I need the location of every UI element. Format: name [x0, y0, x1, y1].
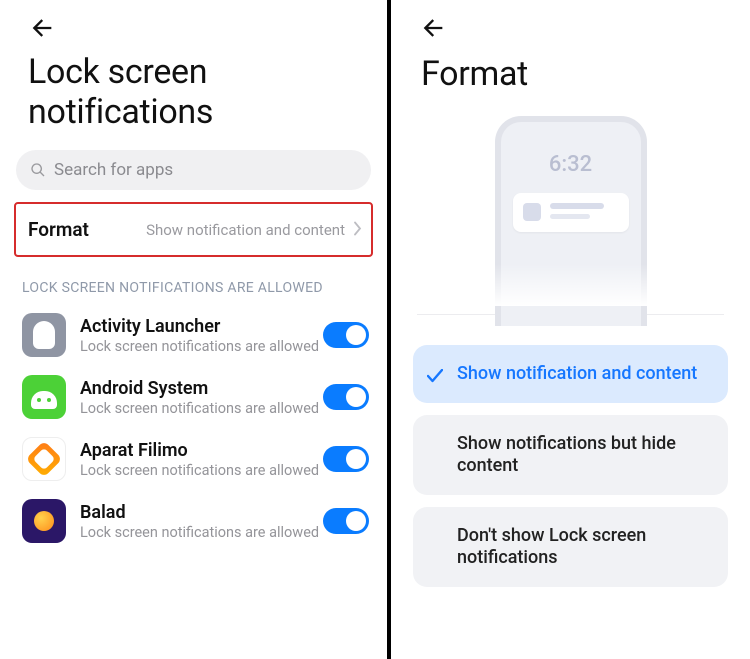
app-name: Activity Launcher	[80, 316, 323, 337]
app-name: Android System	[80, 378, 323, 399]
notifications-toggle[interactable]	[323, 322, 369, 348]
notifications-toggle[interactable]	[323, 446, 369, 472]
notifications-toggle[interactable]	[323, 508, 369, 534]
app-icon	[22, 313, 66, 357]
format-detail-pane: Format 6:32 Show notification and conten…	[391, 0, 750, 659]
format-option-label: Don't show Lock screen notifications	[457, 525, 646, 568]
format-option[interactable]: Show notification and content	[413, 345, 728, 403]
page-title: Format	[421, 54, 750, 94]
app-sub: Lock screen notifications are allowed	[80, 400, 323, 417]
app-icon	[22, 499, 66, 543]
chevron-right-icon	[353, 220, 363, 239]
format-option[interactable]: Show notifications but hide content	[413, 415, 728, 495]
arrow-left-icon	[419, 14, 447, 42]
app-row[interactable]: Aparat FilimoLock screen notifications a…	[0, 427, 387, 489]
section-header: LOCK SCREEN NOTIFICATIONS ARE ALLOWED	[22, 279, 387, 297]
app-text: BaladLock screen notifications are allow…	[80, 502, 323, 541]
arrow-left-icon	[28, 14, 56, 42]
app-icon	[22, 437, 66, 481]
app-name: Aparat Filimo	[80, 440, 323, 461]
app-text: Android SystemLock screen notifications …	[80, 378, 323, 417]
preview-fade	[471, 264, 671, 306]
back-button[interactable]	[28, 14, 387, 42]
back-button[interactable]	[419, 14, 750, 42]
app-sub: Lock screen notifications are allowed	[80, 338, 323, 355]
format-options: Show notification and content Show notifi…	[413, 345, 728, 587]
app-icon	[22, 375, 66, 419]
search-icon	[30, 162, 46, 178]
lockscreen-preview: 6:32	[471, 116, 671, 306]
app-row[interactable]: Android SystemLock screen notifications …	[0, 365, 387, 427]
app-text: Activity LauncherLock screen notificatio…	[80, 316, 323, 355]
page-title: Lock screen notifications	[28, 52, 387, 132]
app-name: Balad	[80, 502, 323, 523]
app-sub: Lock screen notifications are allowed	[80, 524, 323, 541]
search-placeholder: Search for apps	[54, 160, 173, 180]
app-row[interactable]: BaladLock screen notifications are allow…	[0, 489, 387, 551]
settings-lockscreen-notifications-pane: Lock screen notifications Search for app…	[0, 0, 387, 659]
format-option-label: Show notification and content	[457, 363, 697, 384]
preview-notification-icon	[513, 193, 629, 232]
app-text: Aparat FilimoLock screen notifications a…	[80, 440, 323, 479]
format-option-label: Show notifications but hide content	[457, 433, 676, 476]
app-sub: Lock screen notifications are allowed	[80, 462, 323, 479]
format-label: Format	[28, 218, 89, 241]
format-row[interactable]: Format Show notification and content	[14, 202, 373, 257]
check-icon	[427, 367, 443, 389]
notifications-toggle[interactable]	[323, 384, 369, 410]
app-list: Activity LauncherLock screen notificatio…	[0, 303, 387, 551]
app-row[interactable]: Activity LauncherLock screen notificatio…	[0, 303, 387, 365]
preview-time: 6:32	[501, 152, 641, 177]
format-value: Show notification and content	[89, 221, 361, 239]
format-option[interactable]: Don't show Lock screen notifications	[413, 507, 728, 587]
search-apps-field[interactable]: Search for apps	[16, 150, 371, 190]
